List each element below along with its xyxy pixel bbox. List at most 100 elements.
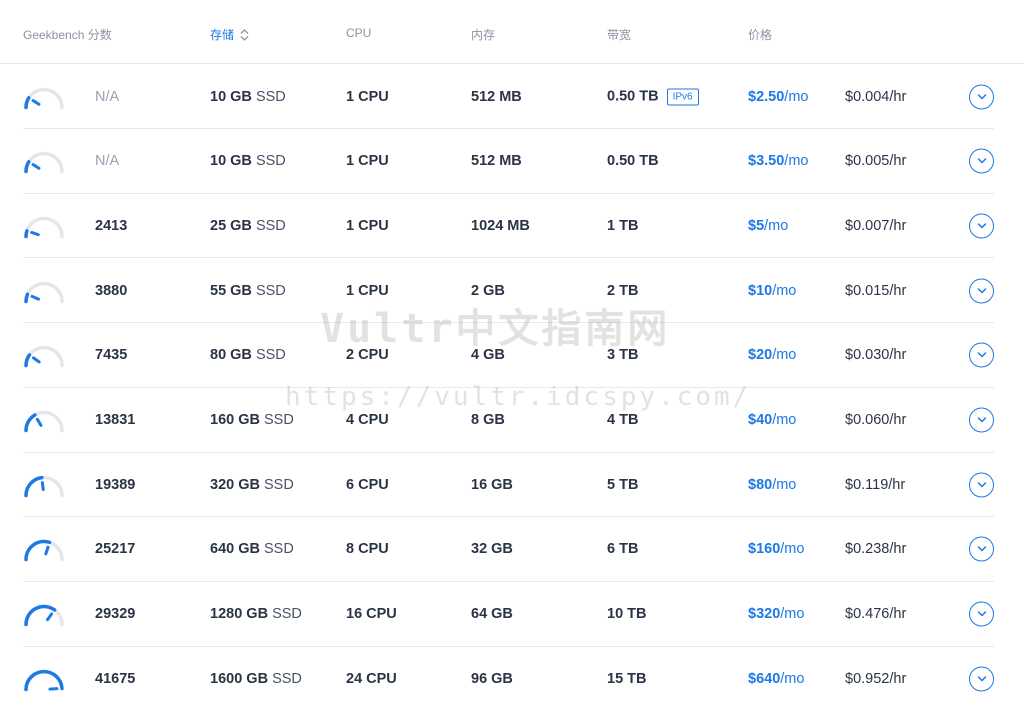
table-row[interactable]: N/A 10 GB SSD 1 CPU 512 MB 0.50 TB IPv6 $2.50/… (0, 64, 1024, 129)
bandwidth-value: 10 TB (607, 606, 647, 622)
monthly-price-value: $10 (748, 282, 773, 299)
storage-size: 80 GB (210, 347, 252, 364)
storage-type: SSD (264, 412, 294, 428)
chevron-down-icon (977, 611, 987, 618)
storage-type: SSD (255, 217, 286, 234)
monthly-price-unit: /mo (784, 88, 809, 105)
storage-value: 25 GB SSD (210, 218, 286, 234)
geekbench-score: 19389 (95, 476, 136, 493)
gauge-icon (22, 277, 66, 307)
header-storage-label: 存储 (210, 28, 235, 42)
gauge-icon (22, 83, 66, 113)
storage-size: 10 GB (210, 88, 252, 105)
header-cpu[interactable]: CPU (346, 26, 371, 40)
cpu-value: 2 CPU (346, 347, 389, 364)
monthly-price-unit: /mo (780, 541, 805, 558)
monthly-price-value: $40 (748, 412, 773, 428)
monthly-price: $80/mo (748, 477, 796, 493)
expand-button[interactable] (969, 666, 994, 692)
bandwidth-value: 15 TB (607, 671, 647, 687)
cpu-value: 24 CPU (346, 670, 397, 687)
memory-value: 512 MB (471, 153, 522, 170)
bandwidth-amount: 4 TB (607, 412, 639, 428)
gauge-icon (22, 665, 66, 695)
monthly-price: $3.50/mo (748, 153, 808, 169)
table-row[interactable]: 13831 160 GB SSD 4 CPU 8 GB 4 TB $40/mo $0.060… (0, 388, 1024, 453)
expand-button[interactable] (969, 407, 994, 433)
hourly-price: $0.238/hr (845, 541, 907, 558)
gauge-icon (22, 601, 66, 631)
geekbench-score: 29329 (95, 606, 136, 623)
header-price[interactable]: 价格 (748, 26, 772, 43)
chevron-down-icon (977, 93, 987, 100)
sort-icon[interactable] (240, 29, 249, 44)
storage-type: SSD (255, 88, 286, 105)
hourly-price: $0.476/hr (845, 606, 907, 623)
memory-value: 96 GB (471, 670, 513, 687)
memory-value: 512 MB (471, 88, 522, 105)
expand-button[interactable] (969, 278, 994, 304)
storage-type: SSD (255, 282, 286, 299)
storage-type: SSD (272, 606, 302, 623)
expand-button[interactable] (969, 472, 994, 498)
hourly-price: $0.030/hr (845, 347, 907, 364)
cpu-value: 16 CPU (346, 606, 397, 623)
hourly-price: $0.952/hr (845, 670, 907, 687)
bandwidth-value: 6 TB (607, 541, 638, 557)
expand-button[interactable] (969, 213, 994, 239)
bandwidth-amount: 10 TB (607, 606, 647, 623)
storage-size: 320 GB (210, 476, 260, 493)
storage-value: 320 GB SSD (210, 477, 294, 493)
memory-value: 32 GB (471, 541, 513, 558)
storage-type: SSD (264, 476, 294, 493)
header-memory[interactable]: 内存 (471, 26, 495, 43)
storage-type: SSD (272, 670, 302, 687)
header-storage[interactable]: 存储 (210, 26, 249, 44)
monthly-price-unit: /mo (772, 282, 797, 299)
table-row[interactable]: 29329 1280 GB SSD 16 CPU 64 GB 10 TB $320/mo $… (0, 582, 1024, 647)
monthly-price: $10/mo (748, 283, 796, 299)
table-row[interactable]: N/A 10 GB SSD 1 CPU 512 MB 0.50 TB $3.50/mo $0… (0, 129, 1024, 194)
bandwidth-amount: 3 TB (607, 347, 639, 364)
cpu-value: 4 CPU (346, 412, 389, 428)
cpu-value: 1 CPU (346, 88, 389, 105)
monthly-price: $320/mo (748, 606, 804, 622)
storage-size: 1600 GB (210, 670, 269, 687)
monthly-price-unit: /mo (780, 606, 805, 623)
bandwidth-amount: 0.50 TB (607, 88, 659, 104)
chevron-down-icon (977, 352, 987, 359)
bandwidth-amount: 15 TB (607, 670, 647, 687)
gauge-icon (22, 212, 66, 242)
expand-button[interactable] (969, 342, 994, 368)
hourly-price: $0.004/hr (845, 88, 907, 105)
table-row[interactable]: 19389 320 GB SSD 6 CPU 16 GB 5 TB $80/mo $0.11… (0, 452, 1024, 518)
monthly-price: $2.50/mo (748, 89, 808, 105)
monthly-price-value: $320 (748, 606, 781, 623)
table-row[interactable]: 3880 55 GB SSD 1 CPU 2 GB 2 TB $10/mo $0.015/h… (0, 258, 1024, 324)
monthly-price-value: $160 (748, 541, 781, 558)
expand-button[interactable] (969, 601, 994, 627)
geekbench-score: 41675 (95, 670, 136, 687)
memory-value: 64 GB (471, 606, 513, 623)
monthly-price-unit: /mo (772, 347, 797, 364)
expand-button[interactable] (969, 84, 994, 109)
header-bandwidth[interactable]: 带宽 (607, 26, 631, 43)
storage-value: 160 GB SSD (210, 412, 294, 428)
table-row[interactable]: 25217 640 GB SSD 8 CPU 32 GB 6 TB $160/mo $0.2… (0, 517, 1024, 582)
gauge-icon (22, 407, 66, 437)
memory-value: 4 GB (471, 347, 505, 364)
geekbench-score: 25217 (95, 541, 136, 558)
table-row[interactable]: 2413 25 GB SSD 1 CPU 1024 MB 1 TB $5/mo $0.007… (0, 193, 1024, 259)
chevron-down-icon (977, 222, 987, 229)
monthly-price: $20/mo (748, 347, 796, 363)
expand-button[interactable] (969, 536, 994, 562)
table-header: Geekbench 分数 存储 CPU 内存 带宽 价格 (0, 0, 1024, 64)
storage-type: SSD (264, 541, 294, 558)
table-row[interactable]: 7435 80 GB SSD 2 CPU 4 GB 3 TB $20/mo $0.030/h… (0, 323, 1024, 388)
gauge-icon (22, 148, 66, 178)
header-geekbench[interactable]: Geekbench 分数 (23, 26, 112, 43)
expand-button[interactable] (969, 148, 994, 174)
table-row[interactable]: 41675 1600 GB SSD 24 CPU 96 GB 15 TB $640/mo $… (0, 646, 1024, 710)
chevron-down-icon (977, 481, 987, 488)
memory-value: 1024 MB (471, 217, 530, 234)
